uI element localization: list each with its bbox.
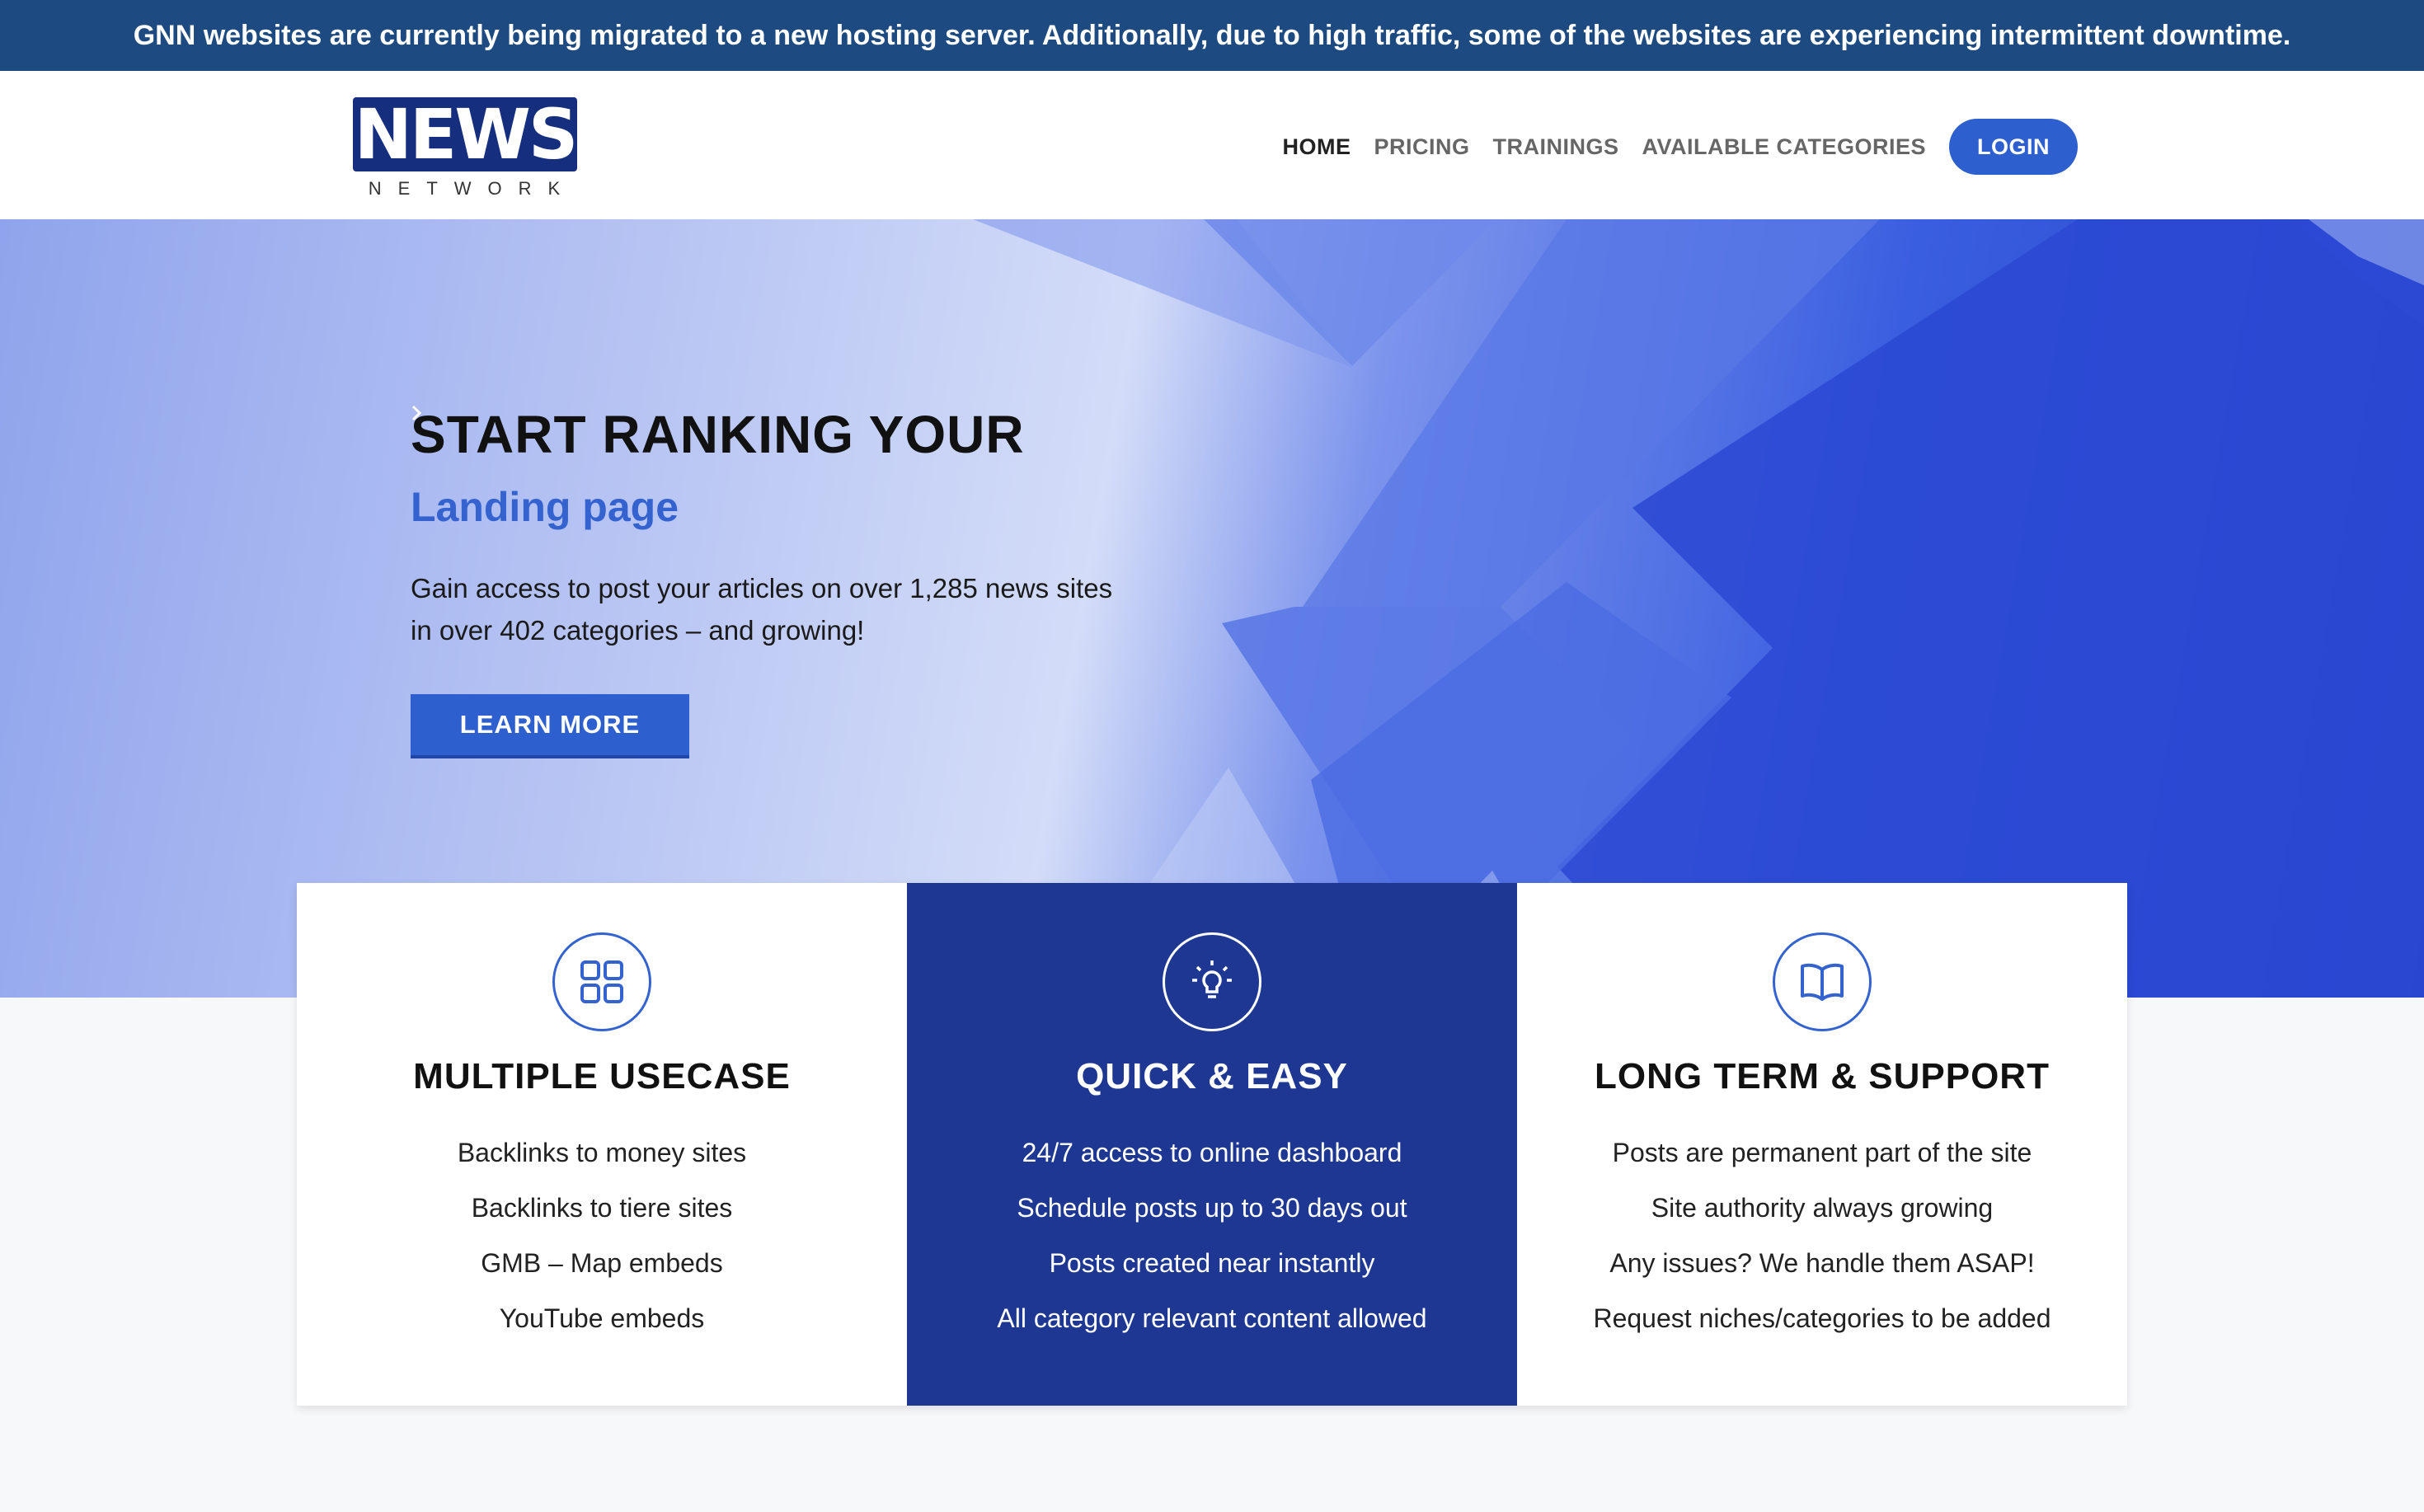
- hero-background-pattern: [973, 219, 2424, 998]
- nav-item-trainings[interactable]: TRAININGS: [1492, 134, 1618, 160]
- list-item: 24/7 access to online dashboard: [1022, 1138, 1402, 1167]
- learn-more-button[interactable]: LEARN MORE: [411, 405, 689, 758]
- grid-icon: [552, 932, 651, 1031]
- list-item: Backlinks to tiere sites: [471, 1193, 733, 1223]
- card-feature-list: Posts are permanent part of the site Sit…: [1593, 1125, 2051, 1346]
- card-title: LONG TERM & SUPPORT: [1595, 1056, 2050, 1096]
- logo-sub-text: NETWORK: [368, 178, 577, 199]
- hero-subtitle: Landing page: [411, 484, 679, 530]
- logo-main-text: NEWS: [354, 94, 579, 175]
- card-feature-list: 24/7 access to online dashboard Schedule…: [997, 1125, 1426, 1346]
- list-item: Backlinks to money sites: [457, 1138, 747, 1167]
- announcement-bar: GNN websites are currently being migrate…: [0, 0, 2424, 71]
- list-item: Request niches/categories to be added: [1593, 1303, 2051, 1333]
- login-button[interactable]: LOGIN: [1949, 119, 2078, 175]
- book-icon: [1773, 932, 1872, 1031]
- card-title: MULTIPLE USECASE: [413, 1056, 791, 1096]
- card-feature-list: Backlinks to money sites Backlinks to ti…: [458, 1125, 746, 1346]
- feature-card-quick-easy: QUICK & EASY 24/7 access to online dashb…: [907, 883, 1517, 1406]
- hero-title: START RANKING YOUR: [411, 405, 1025, 464]
- list-item: Site authority always growing: [1651, 1193, 1994, 1223]
- nav-item-pricing[interactable]: PRICING: [1374, 134, 1469, 160]
- hero-section: START RANKING YOUR Landing page Gain acc…: [0, 219, 2424, 998]
- feature-card-multiple-usecase: MULTIPLE USECASE Backlinks to money site…: [297, 883, 907, 1406]
- site-header: NEWS NETWORK HOME PRICING TRAININGS AVAI…: [0, 71, 2424, 219]
- list-item: Posts are permanent part of the site: [1612, 1138, 2032, 1167]
- main-nav: HOME PRICING TRAININGS AVAILABLE CATEGOR…: [1282, 119, 2078, 175]
- lightbulb-icon: [1163, 932, 1261, 1031]
- list-item: Posts created near instantly: [1049, 1248, 1375, 1278]
- list-item: Any issues? We handle them ASAP!: [1609, 1248, 2035, 1278]
- nav-item-available-categories[interactable]: AVAILABLE CATEGORIES: [1642, 134, 1926, 160]
- nav-item-home[interactable]: HOME: [1282, 134, 1351, 160]
- list-item: All category relevant content allowed: [997, 1303, 1427, 1333]
- site-logo[interactable]: NEWS NETWORK: [353, 94, 579, 199]
- list-item: YouTube embeds: [499, 1303, 705, 1333]
- hero-description: Gain access to post your articles on ove…: [411, 573, 1113, 646]
- feature-card-long-term-support: LONG TERM & SUPPORT Posts are permanent …: [1517, 883, 2127, 1406]
- list-item: GMB – Map embeds: [481, 1248, 723, 1278]
- feature-cards: MULTIPLE USECASE Backlinks to money site…: [297, 883, 2127, 1406]
- announcement-text: GNN websites are currently being migrate…: [133, 19, 2291, 51]
- list-item: Schedule posts up to 30 days out: [1017, 1193, 1407, 1223]
- card-title: QUICK & EASY: [1076, 1056, 1348, 1096]
- logo-mark: NEWS: [353, 94, 579, 175]
- chevron-right-icon: [411, 405, 422, 421]
- learn-more-label: LEARN MORE: [459, 710, 641, 739]
- hero-content: START RANKING YOUR Landing page Gain acc…: [411, 404, 1153, 758]
